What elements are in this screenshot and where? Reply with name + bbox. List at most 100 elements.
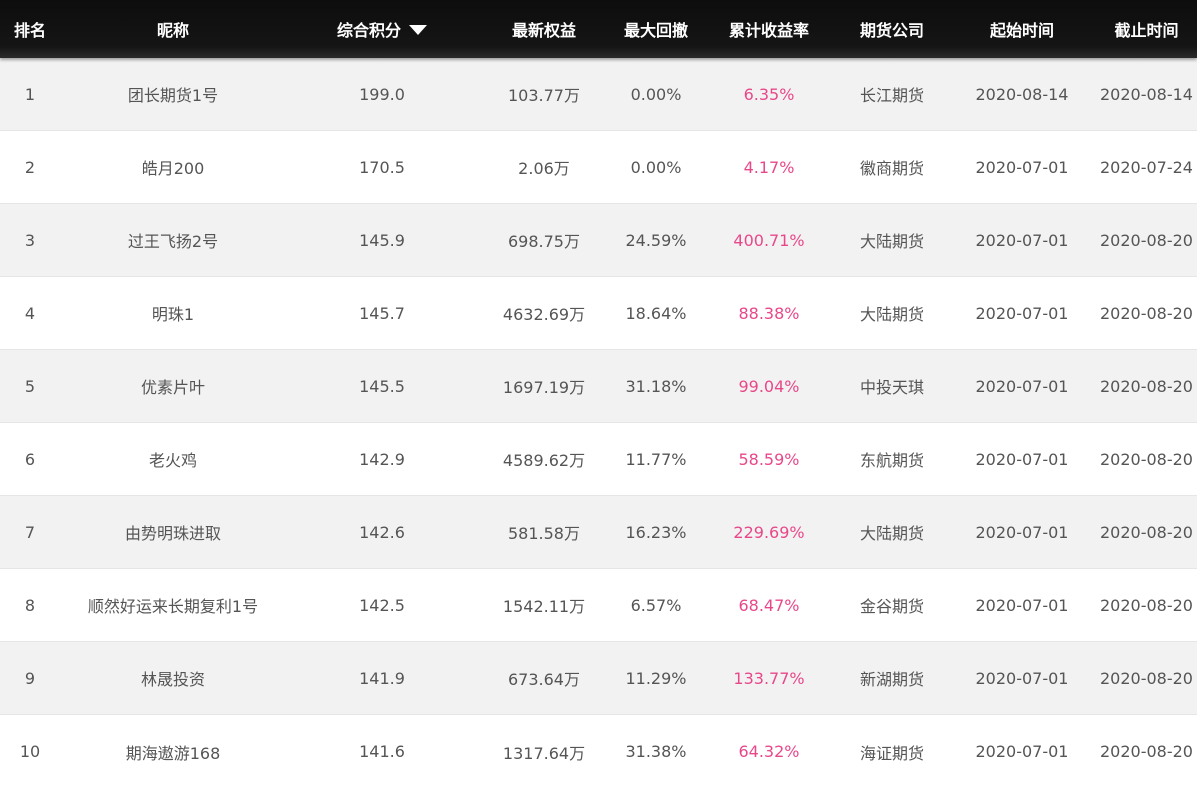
header-score[interactable]: 综合积分 xyxy=(286,17,478,41)
cell-company: 长江期货 xyxy=(859,86,924,105)
cell-end: 2020-08-20 xyxy=(1100,522,1193,542)
cell-drawdown: 16.23% xyxy=(625,522,687,542)
cell-name: 团长期货1号 xyxy=(127,86,219,105)
cell-equity: 698.75万 xyxy=(508,232,580,251)
cell-name: 老火鸡 xyxy=(148,451,197,470)
cell-drawdown: 11.29% xyxy=(625,668,687,688)
table-header: 排名 昵称 综合积分 最新权益 最大回撤 累计收益率 期货公司 起始时间 截止时… xyxy=(0,0,1197,58)
cell-end: 2020-08-14 xyxy=(1100,84,1193,104)
cell-equity: 103.77万 xyxy=(508,86,580,105)
header-end[interactable]: 截止时间 xyxy=(1096,17,1197,41)
cell-start: 2020-07-01 xyxy=(975,376,1069,396)
cell-end: 2020-08-20 xyxy=(1100,595,1193,615)
cell-name: 优素片叶 xyxy=(140,378,205,397)
table-row[interactable]: 10 期海遨游168 141.6 1317.64万 31.38% 64.32% 海证期货 20… xyxy=(0,715,1197,788)
cell-name: 林晟投资 xyxy=(140,670,205,689)
cell-score: 142.6 xyxy=(359,522,405,542)
table-body: 1 团长期货1号 199.0 103.77万 0.00% 6.35% 长江期货 2020-08… xyxy=(0,58,1197,788)
cell-name: 皓月200 xyxy=(141,159,205,178)
cell-rank: 8 xyxy=(24,595,36,615)
cell-drawdown: 6.57% xyxy=(630,595,682,615)
cell-rank: 6 xyxy=(24,449,36,469)
table-row[interactable]: 3 过王飞扬2号 145.9 698.75万 24.59% 400.71% 大陆期货 2020… xyxy=(0,204,1197,277)
cell-name: 过王飞扬2号 xyxy=(127,232,219,251)
cell-equity: 1542.11万 xyxy=(502,597,586,616)
cell-start: 2020-07-01 xyxy=(975,595,1069,615)
cell-return: 99.04% xyxy=(738,376,800,396)
table-row[interactable]: 2 皓月200 170.5 2.06万 0.00% 4.17% 徽商期货 2020-07-01… xyxy=(0,131,1197,204)
cell-score: 145.9 xyxy=(359,230,405,250)
table-row[interactable]: 6 老火鸡 142.9 4589.62万 11.77% 58.59% 东航期货 2020-07… xyxy=(0,423,1197,496)
cell-company: 东航期货 xyxy=(859,451,924,470)
header-company[interactable]: 期货公司 xyxy=(836,17,948,41)
cell-equity: 2.06万 xyxy=(518,159,570,178)
table-row[interactable]: 9 林晟投资 141.9 673.64万 11.29% 133.77% 新湖期货 2020-0… xyxy=(0,642,1197,715)
cell-end: 2020-08-20 xyxy=(1100,303,1193,323)
cell-drawdown: 18.64% xyxy=(625,303,687,323)
cell-return: 64.32% xyxy=(738,742,800,761)
cell-rank: 2 xyxy=(24,157,36,177)
header-equity[interactable]: 最新权益 xyxy=(478,17,610,41)
table-row[interactable]: 1 团长期货1号 199.0 103.77万 0.00% 6.35% 长江期货 2020-08… xyxy=(0,58,1197,131)
cell-equity: 1317.64万 xyxy=(502,743,586,763)
header-rank[interactable]: 排名 xyxy=(0,17,60,41)
header-start[interactable]: 起始时间 xyxy=(948,17,1096,41)
cell-score: 199.0 xyxy=(359,84,405,104)
cell-company: 金谷期货 xyxy=(859,597,924,616)
cell-name: 期海遨游168 xyxy=(125,743,221,763)
cell-rank: 10 xyxy=(19,742,41,761)
table-row[interactable]: 8 顺然好运来长期复利1号 142.5 1542.11万 6.57% 68.47% 金谷期货… xyxy=(0,569,1197,642)
header-drawdown[interactable]: 最大回撤 xyxy=(610,17,702,41)
cell-equity: 4589.62万 xyxy=(502,451,586,470)
ranking-table: 排名 昵称 综合积分 最新权益 最大回撤 累计收益率 期货公司 起始时间 截止时… xyxy=(0,0,1197,788)
cell-score: 141.6 xyxy=(359,742,405,761)
cell-start: 2020-07-01 xyxy=(975,522,1069,542)
cell-equity: 4632.69万 xyxy=(502,305,586,324)
cell-drawdown: 24.59% xyxy=(625,230,687,250)
cell-return: 6.35% xyxy=(743,84,795,104)
cell-name: 顺然好运来长期复利1号 xyxy=(87,597,259,616)
cell-score: 145.5 xyxy=(359,376,405,396)
cell-score: 170.5 xyxy=(359,157,405,177)
triangle-down-icon[interactable] xyxy=(409,25,427,35)
cell-end: 2020-07-24 xyxy=(1100,157,1193,177)
header-return[interactable]: 累计收益率 xyxy=(702,17,836,41)
cell-score: 142.9 xyxy=(359,449,405,469)
cell-company: 大陆期货 xyxy=(859,524,924,543)
cell-return: 229.69% xyxy=(733,522,805,542)
cell-end: 2020-08-20 xyxy=(1100,376,1193,396)
cell-rank: 7 xyxy=(24,522,36,542)
cell-company: 中投天琪 xyxy=(859,378,924,397)
cell-score: 141.9 xyxy=(359,668,405,688)
cell-return: 133.77% xyxy=(733,668,805,688)
cell-equity: 673.64万 xyxy=(508,670,580,689)
cell-return: 68.47% xyxy=(738,595,800,615)
cell-company: 海证期货 xyxy=(859,743,924,763)
cell-return: 88.38% xyxy=(738,303,800,323)
cell-name: 由势明珠进取 xyxy=(124,524,221,543)
cell-rank: 5 xyxy=(24,376,36,396)
table-row[interactable]: 5 优素片叶 145.5 1697.19万 31.18% 99.04% 中投天琪 2020-0… xyxy=(0,350,1197,423)
cell-drawdown: 0.00% xyxy=(630,84,682,104)
table-row[interactable]: 7 由势明珠进取 142.6 581.58万 16.23% 229.69% 大陆期货 2020… xyxy=(0,496,1197,569)
cell-rank: 4 xyxy=(24,303,36,323)
cell-score: 142.5 xyxy=(359,595,405,615)
cell-end: 2020-08-20 xyxy=(1100,449,1193,469)
cell-drawdown: 31.18% xyxy=(625,376,687,396)
cell-return: 58.59% xyxy=(738,449,800,469)
cell-name: 明珠1 xyxy=(151,305,195,324)
cell-equity: 581.58万 xyxy=(508,524,580,543)
table-row[interactable]: 4 明珠1 145.7 4632.69万 18.64% 88.38% 大陆期货 2020-07… xyxy=(0,277,1197,350)
cell-start: 2020-07-01 xyxy=(975,157,1069,177)
cell-return: 400.71% xyxy=(733,230,805,250)
header-name[interactable]: 昵称 xyxy=(60,17,286,41)
cell-start: 2020-07-01 xyxy=(975,668,1069,688)
cell-rank: 3 xyxy=(24,230,36,250)
cell-company: 大陆期货 xyxy=(859,232,924,251)
cell-company: 徽商期货 xyxy=(859,159,924,178)
cell-company: 新湖期货 xyxy=(859,670,924,689)
cell-rank: 1 xyxy=(24,84,36,104)
cell-end: 2020-08-20 xyxy=(1100,230,1193,250)
cell-return: 4.17% xyxy=(743,157,795,177)
cell-end: 2020-08-20 xyxy=(1100,668,1193,688)
